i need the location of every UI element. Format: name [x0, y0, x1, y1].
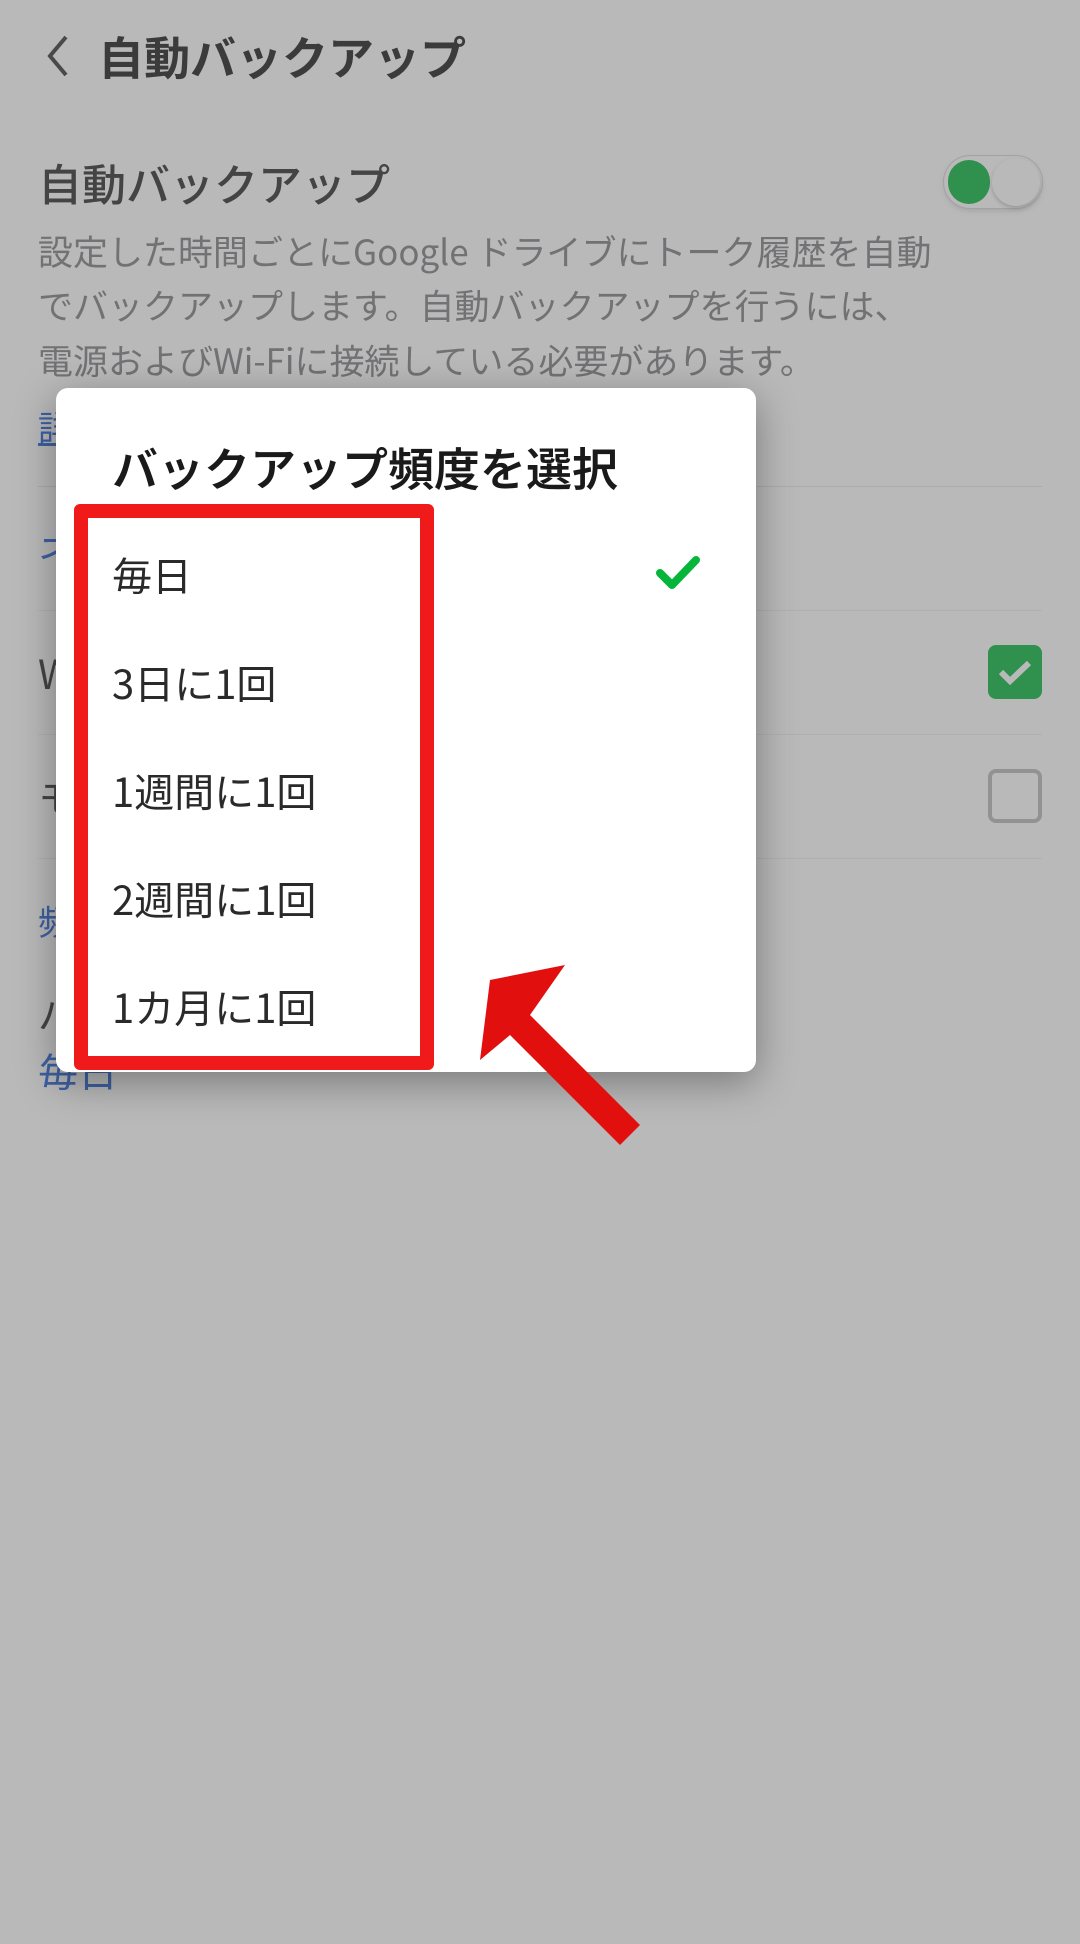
option-label: 2週間に1回 [112, 869, 316, 927]
option-label: 3日に1回 [112, 653, 276, 711]
check-icon [656, 555, 700, 594]
option-1month[interactable]: 1カ月に1回 [56, 952, 756, 1060]
option-3days[interactable]: 3日に1回 [56, 628, 756, 736]
option-daily[interactable]: 毎日 [56, 520, 756, 628]
option-label: 毎日 [112, 545, 192, 603]
option-label: 1カ月に1回 [112, 977, 316, 1035]
option-2weeks[interactable]: 2週間に1回 [56, 844, 756, 952]
option-label: 1週間に1回 [112, 761, 316, 819]
dialog-title: バックアップ頻度を選択 [56, 388, 756, 520]
option-1week[interactable]: 1週間に1回 [56, 736, 756, 844]
frequency-dialog: バックアップ頻度を選択 毎日 3日に1回 1週間に1回 2週間に1回 1カ月に1… [56, 388, 756, 1072]
